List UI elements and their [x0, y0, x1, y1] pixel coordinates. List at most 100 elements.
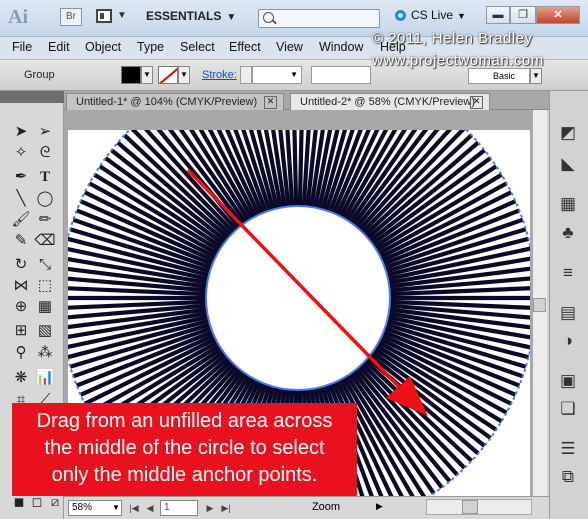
status-bar-label: Zoom — [311, 501, 341, 513]
bridge-button[interactable]: Br — [60, 8, 82, 26]
fill-color-swatch[interactable] — [121, 66, 141, 84]
first-artboard-icon[interactable]: |◀ — [128, 501, 140, 515]
color-panel-icon[interactable]: ◩ — [556, 122, 580, 144]
type-tool-icon[interactable]: T — [34, 167, 56, 187]
close-tab-icon[interactable]: ✕ — [264, 96, 277, 109]
fill-dropdown[interactable]: ▼ — [141, 66, 153, 84]
paintbrush-tool-icon[interactable]: 🖌 — [10, 210, 32, 230]
maximize-button[interactable]: ❐ — [510, 6, 536, 24]
chevron-down-icon[interactable]: ▼ — [112, 501, 122, 515]
menu-select[interactable]: Select — [180, 40, 215, 54]
stroke-panel-icon[interactable]: ≡ — [556, 262, 580, 284]
chevron-down-icon: ▼ — [180, 70, 188, 79]
workspace-label: ESSENTIALS — [146, 9, 222, 23]
close-tab-icon[interactable]: ✕ — [470, 96, 483, 109]
direct-selection-tool-icon[interactable]: ➢ — [34, 122, 56, 142]
color-guide-icon[interactable]: ◣ — [556, 153, 580, 175]
perspective-grid-tool-icon[interactable]: ▦ — [34, 297, 56, 317]
swatches-panel-icon[interactable]: ▦ — [556, 193, 580, 215]
pen-tool-icon[interactable]: ✒ — [10, 167, 32, 187]
illustrator-logo: Ai — [8, 6, 28, 28]
blob-brush-tool-icon[interactable]: ✎ — [10, 231, 32, 251]
watermark-url: www.projectwoman.com — [372, 52, 544, 69]
workspace-switcher[interactable]: ESSENTIALS ▼ — [146, 9, 246, 27]
arrange-documents-button[interactable]: ▼ — [96, 8, 132, 26]
menu-type[interactable]: Type — [137, 40, 164, 54]
close-button[interactable]: ✕ — [536, 6, 580, 24]
menu-window[interactable]: Window — [319, 40, 363, 54]
menu-view[interactable]: View — [276, 40, 303, 54]
menu-object[interactable]: Object — [85, 40, 121, 54]
menu-file[interactable]: File — [12, 40, 32, 54]
minimize-button[interactable]: ▬ — [486, 6, 510, 24]
menu-effect[interactable]: Effect — [229, 40, 261, 54]
transparency-panel-icon[interactable]: ◑ — [556, 330, 580, 352]
watermark-copyright: © 2011, Helen Bradley — [372, 30, 533, 47]
caption-line: Drag from an unfilled area across — [36, 410, 333, 432]
horizontal-scrollbar-thumb[interactable] — [462, 500, 478, 514]
tab-untitled-1[interactable]: Untitled-1* @ 104% (CMYK/Preview) ✕ — [66, 93, 284, 110]
stroke-color-swatch[interactable] — [158, 66, 178, 84]
brush-definition-field[interactable]: Basic — [468, 68, 530, 84]
inner-selection-path — [205, 205, 391, 391]
caption-line: the middle of the circle to select — [44, 437, 325, 459]
pencil-tool-icon[interactable]: ✏ — [34, 210, 56, 230]
gradient-panel-icon[interactable]: ▤ — [556, 302, 580, 324]
vertical-scrollbar-thumb[interactable] — [533, 298, 546, 312]
stroke-dropdown[interactable]: ▼ — [178, 66, 190, 84]
shape-builder-tool-icon[interactable]: ⊕ — [10, 297, 32, 317]
cs-live-icon — [395, 10, 406, 22]
scale-tool-icon[interactable]: ⤡ — [34, 255, 56, 275]
graphic-styles-icon[interactable]: ❏ — [556, 398, 580, 420]
free-transform-tool-icon[interactable]: ⬚ — [34, 276, 56, 296]
mesh-tool-icon[interactable]: ⊞ — [10, 321, 32, 341]
lasso-tool-icon[interactable]: ᘓ — [34, 143, 56, 163]
next-artboard-icon[interactable]: ▶ — [204, 501, 216, 515]
stroke-weight-stepper[interactable] — [240, 66, 252, 84]
horizontal-scrollbar[interactable] — [426, 499, 532, 515]
cs-live-menu[interactable]: CS Live ▼ — [395, 8, 475, 28]
artboards-panel-icon[interactable]: ⧉ — [556, 466, 580, 488]
status-menu-icon[interactable]: ▶ — [376, 501, 383, 512]
tab-label: Untitled-1* @ 104% (CMYK/Preview) — [76, 96, 258, 108]
line-tool-icon[interactable]: ╲ — [10, 189, 32, 209]
menu-edit[interactable]: Edit — [48, 40, 70, 54]
help-search-input[interactable] — [258, 9, 380, 28]
selection-type-label: Group — [24, 69, 55, 81]
tools-panel-header[interactable] — [0, 91, 64, 103]
selection-tool-icon[interactable]: ➤ — [10, 122, 32, 142]
instruction-caption: Drag from an unfilled area across the mi… — [12, 403, 357, 496]
symbols-panel-icon[interactable]: ♣ — [556, 222, 580, 244]
brush-definition-dropdown[interactable]: ▼ — [530, 68, 542, 84]
starburst-line — [178, 130, 248, 224]
eraser-tool-icon[interactable]: ⌫ — [34, 231, 56, 251]
magic-wand-tool-icon[interactable]: ✧ — [10, 143, 32, 163]
appearance-panel-icon[interactable]: ▣ — [556, 370, 580, 392]
blend-tool-icon[interactable]: ⁂ — [34, 343, 56, 363]
starburst-line — [292, 130, 299, 207]
stroke-weight-field[interactable]: ▼ — [252, 66, 302, 84]
previous-artboard-icon[interactable]: ◀ — [144, 501, 156, 515]
last-artboard-icon[interactable]: ▶| — [220, 501, 232, 515]
chevron-down-icon: ▼ — [117, 10, 127, 21]
arrange-documents-icon — [96, 9, 112, 23]
symbol-sprayer-tool-icon[interactable]: ❋ — [10, 368, 32, 388]
tab-untitled-2[interactable]: Untitled-2* @ 58% (CMYK/Preview) ✕ — [290, 93, 490, 110]
tab-label: Untitled-2* @ 58% (CMYK/Preview) — [300, 96, 475, 108]
gradient-tool-icon[interactable]: ▧ — [34, 321, 56, 341]
column-graph-tool-icon[interactable]: 📊 — [34, 368, 56, 388]
minimize-icon: ▬ — [492, 9, 504, 21]
close-icon: ✕ — [553, 9, 563, 21]
variable-width-profile-field[interactable] — [311, 66, 371, 84]
cs-live-label: CS Live — [411, 8, 454, 22]
caption-line: only the middle anchor points. — [51, 464, 318, 486]
chevron-down-icon: ▼ — [226, 12, 237, 23]
rotate-tool-icon[interactable]: ↻ — [10, 255, 32, 275]
stroke-panel-link[interactable]: Stroke: — [202, 69, 237, 81]
chevron-down-icon: ▼ — [143, 70, 151, 79]
ellipse-tool-icon[interactable]: ◯ — [34, 189, 56, 209]
eyedropper-tool-icon[interactable]: ⚲ — [10, 343, 32, 363]
width-tool-icon[interactable]: ⋈ — [10, 276, 32, 296]
layers-panel-icon[interactable]: ☰ — [556, 438, 580, 460]
artboard-number-field[interactable]: 1 — [160, 500, 198, 516]
